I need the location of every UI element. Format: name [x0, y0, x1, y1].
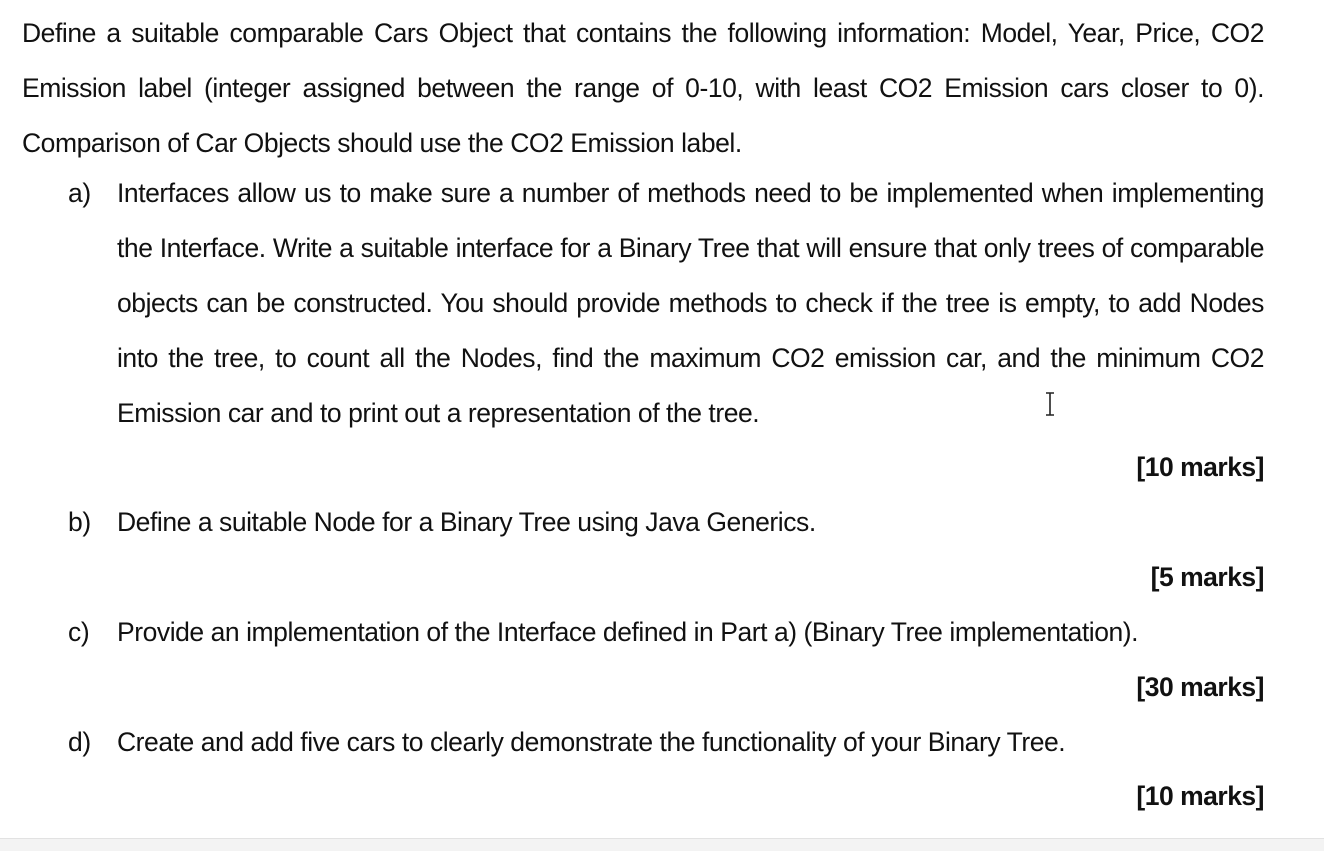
document-page: Define a suitable comparable Cars Object… — [0, 0, 1324, 838]
part-c-marks: [30 marks] — [1136, 672, 1264, 702]
bottom-edge — [0, 838, 1324, 851]
part-d-label: d) — [68, 727, 91, 757]
part-a-text: Interfaces allow us to make sure a numbe… — [117, 178, 1264, 428]
question-intro-text: Define a suitable comparable Cars Object… — [22, 18, 1264, 158]
part-b-label: b) — [68, 507, 91, 537]
part-b-text: Define a suitable Node for a Binary Tree… — [117, 507, 816, 537]
part-d-marks: [10 marks] — [1136, 781, 1264, 811]
part-a-marks: [10 marks] — [1136, 452, 1264, 482]
text-ibeam-cursor-icon — [1046, 392, 1054, 416]
part-c-text: Provide an implementation of the Interfa… — [117, 617, 1139, 647]
part-b-marks: [5 marks] — [1150, 562, 1265, 592]
part-a-label: a) — [68, 178, 91, 208]
part-d-text: Create and add five cars to clearly demo… — [117, 727, 1066, 757]
part-c-label: c) — [68, 617, 90, 647]
